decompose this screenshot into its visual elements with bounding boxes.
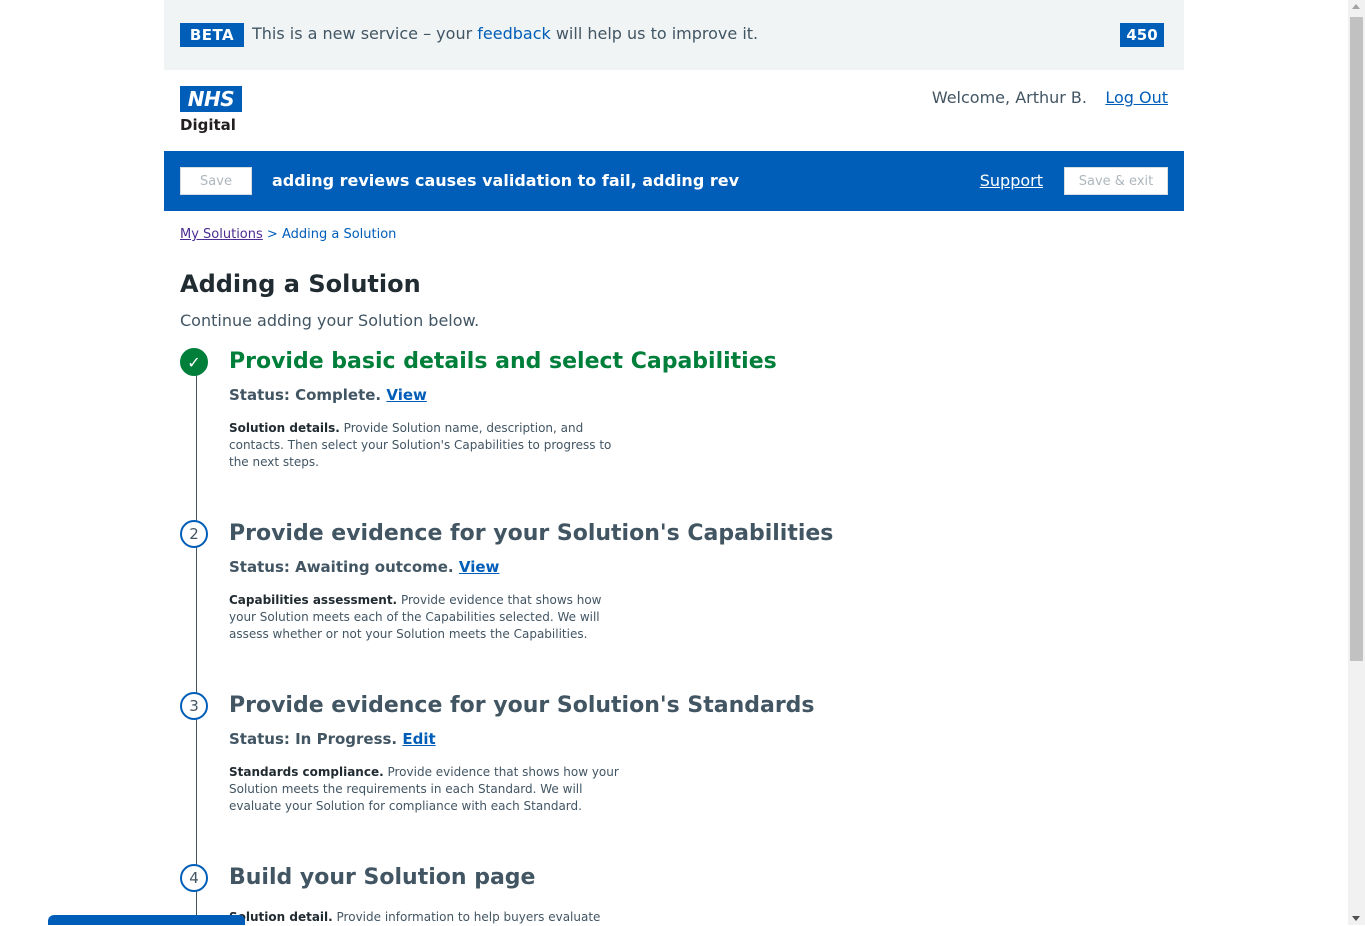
step-status-text: Status: Complete.	[229, 386, 387, 404]
step-title: Build your Solution page	[229, 865, 536, 890]
solution-name-title: adding reviews causes validation to fail…	[272, 171, 740, 190]
step-view-link[interactable]: View	[386, 386, 427, 404]
step-desc-label: Solution details.	[229, 421, 340, 435]
step-description: Solution details. Provide Solution name,…	[229, 420, 629, 471]
step-description: Standards compliance. Provide evidence t…	[229, 764, 629, 815]
breadcrumb: My Solutions > Adding a Solution	[180, 227, 396, 242]
step-number: 4	[180, 864, 208, 892]
save-exit-button[interactable]: Save & exit	[1064, 167, 1168, 195]
beta-text-before: This is a new service – your	[252, 24, 478, 43]
step-edit-link[interactable]: Edit	[402, 730, 435, 748]
timeline-line	[196, 362, 197, 925]
action-bar: Save adding reviews causes validation to…	[164, 151, 1184, 211]
page-title: Adding a Solution	[180, 270, 421, 298]
nhs-logo-mark: NHS	[180, 86, 242, 112]
step-number: 2	[180, 520, 208, 548]
step-status: Status: Awaiting outcome. View	[229, 558, 499, 576]
save-button[interactable]: Save	[180, 167, 252, 195]
breadcrumb-my-solutions[interactable]: My Solutions	[180, 227, 263, 242]
breadcrumb-current: Adding a Solution	[281, 227, 397, 242]
step-title: Provide evidence for your Solution's Sta…	[229, 693, 815, 718]
scrollbar-thumb[interactable]	[1350, 17, 1363, 661]
counter-badge: 450	[1120, 23, 1164, 47]
step-status-text: Status: Awaiting outcome.	[229, 558, 459, 576]
support-link[interactable]: Support	[980, 171, 1043, 190]
breadcrumb-separator: >	[262, 227, 282, 242]
step-title: Provide evidence for your Solution's Cap…	[229, 521, 834, 546]
step-status-text: Status: In Progress.	[229, 730, 403, 748]
step-description: Solution detail. Provide information to …	[229, 909, 629, 926]
page-intro: Continue adding your Solution below.	[180, 311, 480, 330]
beta-text-after: will help us to improve it.	[550, 24, 759, 43]
feedback-link[interactable]: feedback	[477, 24, 551, 43]
step-desc-label: Standards compliance.	[229, 765, 384, 779]
nhs-digital-logo[interactable]: NHS Digital	[180, 86, 242, 134]
step-description: Capabilities assessment. Provide evidenc…	[229, 592, 629, 643]
logo-subtitle: Digital	[180, 116, 236, 134]
step-number: 3	[180, 692, 208, 720]
beta-banner: BETA This is a new service – your feedba…	[164, 0, 1184, 70]
beta-tag: BETA	[180, 23, 244, 47]
vertical-scrollbar[interactable]	[1348, 0, 1365, 925]
step-status: Status: Complete. View	[229, 386, 427, 404]
check-icon: ✓	[180, 348, 208, 376]
logout-link[interactable]: Log Out	[1105, 88, 1168, 107]
welcome-message: Welcome, Arthur B.	[931, 88, 1087, 107]
step-desc-text: Provide information to help buyers evalu…	[332, 910, 601, 924]
step-desc-label: Capabilities assessment.	[229, 593, 398, 607]
feedback-tab[interactable]	[48, 915, 245, 925]
scroll-down-arrow-icon[interactable]	[1352, 916, 1360, 921]
scroll-up-arrow-icon[interactable]	[1352, 4, 1360, 9]
step-view-link[interactable]: View	[459, 558, 500, 576]
step-status: Status: In Progress. Edit	[229, 730, 436, 748]
beta-message: This is a new service – your feedback wi…	[252, 24, 758, 43]
step-title: Provide basic details and select Capabil…	[229, 349, 777, 374]
